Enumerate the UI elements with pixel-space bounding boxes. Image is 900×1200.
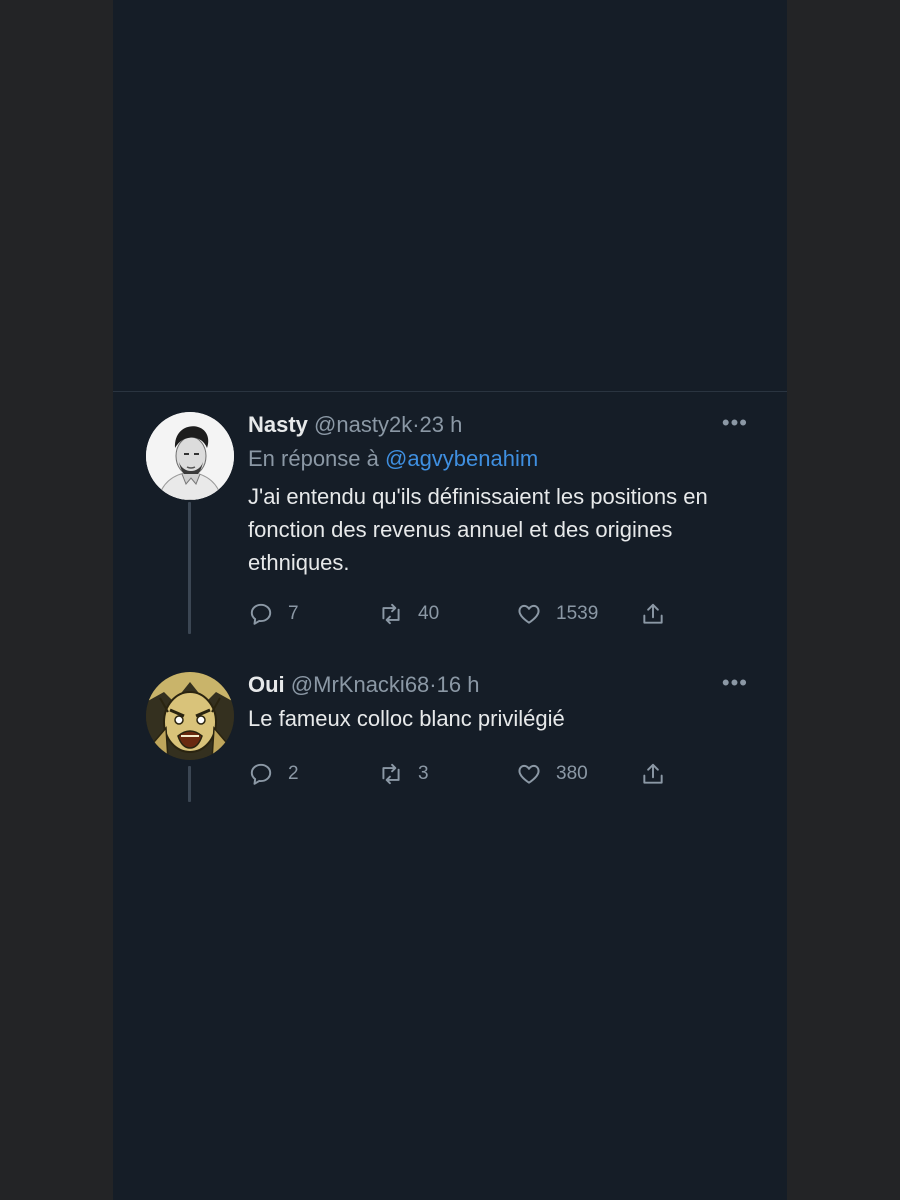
heart-icon — [518, 764, 540, 784]
share-icon — [643, 763, 663, 784]
reply-button[interactable]: 7 — [248, 599, 299, 629]
thread-connector-line — [188, 502, 191, 634]
like-button[interactable]: 380 — [516, 759, 588, 789]
user-handle[interactable]: @nasty2k — [314, 412, 412, 437]
tweet-actions: 2 3 380 — [248, 759, 768, 789]
share-button[interactable] — [640, 599, 666, 629]
retweet-count: 40 — [418, 603, 440, 624]
user-handle[interactable]: @MrKnacki68 — [291, 672, 430, 697]
share-button[interactable] — [640, 759, 666, 789]
display-name[interactable]: Oui — [248, 672, 285, 697]
share-icon — [643, 603, 663, 624]
timestamp[interactable]: 23 h — [420, 412, 463, 437]
reply-prefix: En réponse à — [248, 446, 379, 471]
timestamp[interactable]: 16 h — [437, 672, 480, 697]
tweet-header: Nasty @nasty2k·23 h — [248, 408, 768, 442]
retweet-button[interactable]: 3 — [378, 759, 429, 789]
retweet-count: 3 — [418, 763, 429, 784]
tweet-thread-screen: Nasty @nasty2k·23 h ••• En réponse à @ag… — [113, 0, 787, 1200]
reply-mention-link[interactable]: @agvybenahim — [385, 446, 538, 471]
reply-context: En réponse à @agvybenahim — [248, 442, 768, 476]
tweet-actions: 7 40 1539 — [248, 599, 768, 629]
display-name[interactable]: Nasty — [248, 412, 308, 437]
divider — [113, 391, 787, 392]
reply-count: 2 — [288, 763, 299, 784]
retweet-icon — [382, 763, 400, 785]
reply-icon — [250, 763, 272, 785]
more-options-icon[interactable]: ••• — [722, 408, 748, 442]
more-options-icon[interactable]: ••• — [722, 668, 748, 702]
avatar[interactable] — [146, 412, 234, 500]
tweet[interactable]: Nasty @nasty2k·23 h ••• En réponse à @ag… — [248, 408, 768, 629]
tweet-text: J'ai entendu qu'ils définissaient les po… — [248, 484, 708, 575]
heart-icon — [518, 604, 540, 624]
tweet-text: Le fameux colloc blanc privilégié — [248, 706, 565, 731]
tweet-header: Oui @MrKnacki68·16 h — [248, 668, 768, 702]
tweet[interactable]: Oui @MrKnacki68·16 h ••• Le fameux collo… — [248, 668, 768, 789]
retweet-icon — [382, 603, 400, 625]
separator: · — [412, 412, 420, 437]
reply-icon — [250, 603, 272, 625]
reply-button[interactable]: 2 — [248, 759, 299, 789]
avatar[interactable] — [146, 672, 234, 760]
reply-count: 7 — [288, 603, 299, 624]
like-button[interactable]: 1539 — [516, 599, 598, 629]
thread-connector-line — [188, 766, 191, 802]
like-count: 1539 — [556, 603, 599, 624]
separator: · — [429, 672, 437, 697]
like-count: 380 — [556, 763, 588, 784]
retweet-button[interactable]: 40 — [378, 599, 439, 629]
